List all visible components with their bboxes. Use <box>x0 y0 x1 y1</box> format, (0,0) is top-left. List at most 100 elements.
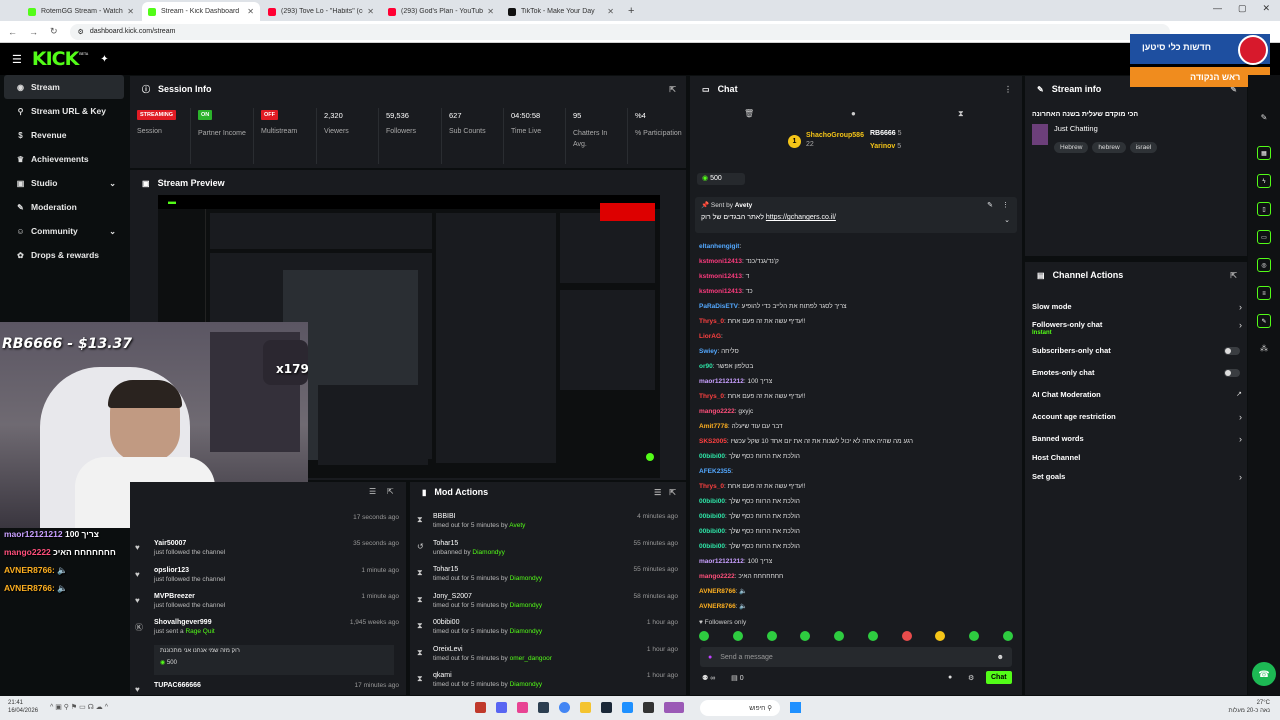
more-options-icon[interactable]: ⋮ <box>1002 201 1009 209</box>
url-input[interactable]: ⚙ dashboard.kick.com/stream <box>69 23 1170 40</box>
chat-username[interactable]: 00bibi00 <box>699 513 725 520</box>
emote-picker-icon[interactable]: ☻ <box>997 654 1004 661</box>
mod-user[interactable]: omer_dangoor <box>510 655 552 662</box>
action-account-age[interactable]: Account age restriction › <box>1032 412 1242 422</box>
site-info-icon[interactable]: ⚙ <box>78 28 84 36</box>
chat-username[interactable]: AFEK2355 <box>699 468 731 475</box>
sidebar-item-achievements[interactable]: ♛ Achievements <box>4 147 124 171</box>
mod-user[interactable]: Avety <box>509 522 525 529</box>
terminal-icon[interactable] <box>643 702 654 713</box>
popout-icon[interactable]: ⇱ <box>669 488 676 497</box>
folder-icon[interactable] <box>580 702 591 713</box>
action-emotes-only[interactable]: Emotes-only chat <box>1032 368 1242 377</box>
qr-icon[interactable]: ▦ <box>1257 146 1271 160</box>
document-icon[interactable]: ▯ <box>1257 202 1271 216</box>
chat-username[interactable]: mango2222 <box>699 408 735 415</box>
close-icon[interactable]: ✕ <box>607 7 614 16</box>
sidebar-item-community[interactable]: ☺ Community ⌄ <box>4 219 124 243</box>
top-chatter-name[interactable]: Yarinov <box>870 143 895 150</box>
app-icon[interactable] <box>664 702 684 713</box>
help-button[interactable]: ☎ <box>1252 662 1276 686</box>
action-slow-mode[interactable]: Slow mode › <box>1032 302 1242 312</box>
more-options-icon[interactable]: ⋮ <box>1004 85 1012 94</box>
chat-username[interactable]: Amit7778 <box>699 423 728 430</box>
app-icon[interactable] <box>517 702 528 713</box>
sidebar-item-stream-url-key[interactable]: ⚲ Stream URL & Key <box>4 99 124 123</box>
emote-icon[interactable] <box>1002 631 1013 641</box>
chat-username[interactable]: 00bibi00 <box>699 543 725 550</box>
chevron-down-icon[interactable]: ⌄ <box>109 179 116 188</box>
close-icon[interactable]: ✕ <box>367 7 374 16</box>
emote-icon[interactable] <box>901 631 912 641</box>
tag-chip[interactable]: israel <box>1129 142 1158 153</box>
filter-icon[interactable]: ☰ <box>654 488 661 497</box>
stack-icon[interactable]: ≡ <box>1257 286 1271 300</box>
close-icon[interactable]: ✕ <box>247 7 254 16</box>
back-icon[interactable]: ← <box>8 27 17 37</box>
sidebar-item-drops-rewards[interactable]: ✿ Drops & rewards <box>4 243 124 267</box>
forward-icon[interactable]: → <box>29 27 38 37</box>
chat-username[interactable]: maor12121212 <box>699 558 744 565</box>
app-icon[interactable] <box>475 702 486 713</box>
emote-icon[interactable] <box>699 631 709 641</box>
mod-target-user[interactable]: 00bibi00 <box>433 619 682 626</box>
kicks-pill[interactable]: ◉ 500 <box>697 173 745 185</box>
app-icon[interactable] <box>622 702 633 713</box>
action-host-channel[interactable]: Host Channel <box>1032 453 1242 462</box>
close-icon[interactable]: ✕ <box>127 7 134 16</box>
browser-tab-active[interactable]: Stream - Kick Dashboard ✕ <box>142 2 260 21</box>
category-name[interactable]: Just Chatting <box>1054 124 1098 133</box>
browser-tab[interactable]: (293) Tove Lo - "Habits" (cove ✕ <box>262 2 380 21</box>
emote-icon[interactable] <box>935 631 946 641</box>
lightning-icon[interactable]: ϟ <box>1257 174 1271 188</box>
browser-tab[interactable]: RotemGG Stream - Watch Live ✕ <box>22 2 140 21</box>
taskbar-search[interactable]: חיפוש ⚲ <box>700 700 780 716</box>
chat-username[interactable]: SKS2005 <box>699 438 727 445</box>
speech-icon[interactable]: ● <box>948 674 952 681</box>
chat-username[interactable]: LiorAG <box>699 333 721 340</box>
chat-bubble-icon[interactable]: ● <box>851 109 856 118</box>
action-followers-only[interactable]: Followers-only chat Instant › <box>1032 320 1242 336</box>
sidebar-item-moderation[interactable]: ✎ Moderation <box>4 195 124 219</box>
chat-username[interactable]: Thrys_0 <box>699 483 724 490</box>
toggle-switch[interactable] <box>1224 347 1240 355</box>
broadcast-icon[interactable]: ◎ <box>1257 258 1271 272</box>
filter-icon[interactable]: ☰ <box>369 487 376 496</box>
chat-send-button[interactable]: Chat <box>986 671 1012 684</box>
action-subscribers-only[interactable]: Subscribers-only chat <box>1032 346 1242 355</box>
mod-user[interactable]: Diamondyy <box>510 602 543 609</box>
chrome-icon[interactable] <box>559 702 570 713</box>
browser-tab[interactable]: TikTok - Make Your Day ✕ <box>502 2 620 21</box>
tag-chip[interactable]: Hebrew <box>1054 142 1089 153</box>
edit-icon[interactable]: ✎ <box>1257 111 1271 125</box>
kick-logo[interactable]: KICK <box>32 48 79 70</box>
close-window-icon[interactable]: ✕ <box>1262 3 1270 14</box>
chevron-down-icon[interactable]: ⌄ <box>1004 216 1010 224</box>
sidebar-item-studio[interactable]: ▣ Studio ⌄ <box>4 171 124 195</box>
emote-icon[interactable] <box>969 631 980 641</box>
discord-icon[interactable] <box>496 702 507 713</box>
pinned-message[interactable]: 📌 Sent by Avety לאתר הבגדים של רוק https… <box>695 197 1017 233</box>
studio-tool-icon[interactable]: ✦ <box>100 54 108 65</box>
pinned-by-user[interactable]: Avety <box>735 202 752 209</box>
obs-icon[interactable] <box>538 702 549 713</box>
sidebar-item-stream[interactable]: ◉ Stream <box>4 75 124 99</box>
chat-username[interactable]: or90 <box>699 363 713 370</box>
chat-username[interactable]: AVNER8766 <box>699 588 736 595</box>
users-icon[interactable]: ⚉ ∞ <box>702 675 715 682</box>
new-tab-button[interactable]: + <box>628 2 634 21</box>
action-set-goals[interactable]: Set goals › <box>1032 472 1242 482</box>
chat-username[interactable]: Swiey <box>699 348 717 355</box>
emote-icon[interactable] <box>732 631 743 641</box>
mod-user[interactable]: Diamondyy <box>510 575 543 582</box>
pin-icon[interactable]: ✎ <box>987 201 993 209</box>
sidebar-item-revenue[interactable]: $ Revenue <box>4 123 124 147</box>
minimize-icon[interactable]: — <box>1213 3 1222 14</box>
gear-icon[interactable]: ⚙ <box>968 674 974 682</box>
wrench-icon[interactable]: ✎ <box>1257 314 1271 328</box>
windows-start-icon[interactable] <box>790 702 801 713</box>
menu-icon[interactable]: ☰ <box>12 53 22 66</box>
browser-tab[interactable]: (293) God's Plan - YouTube ✕ <box>382 2 500 21</box>
maximize-icon[interactable]: ▢ <box>1238 3 1247 14</box>
close-icon[interactable]: ✕ <box>487 7 494 16</box>
